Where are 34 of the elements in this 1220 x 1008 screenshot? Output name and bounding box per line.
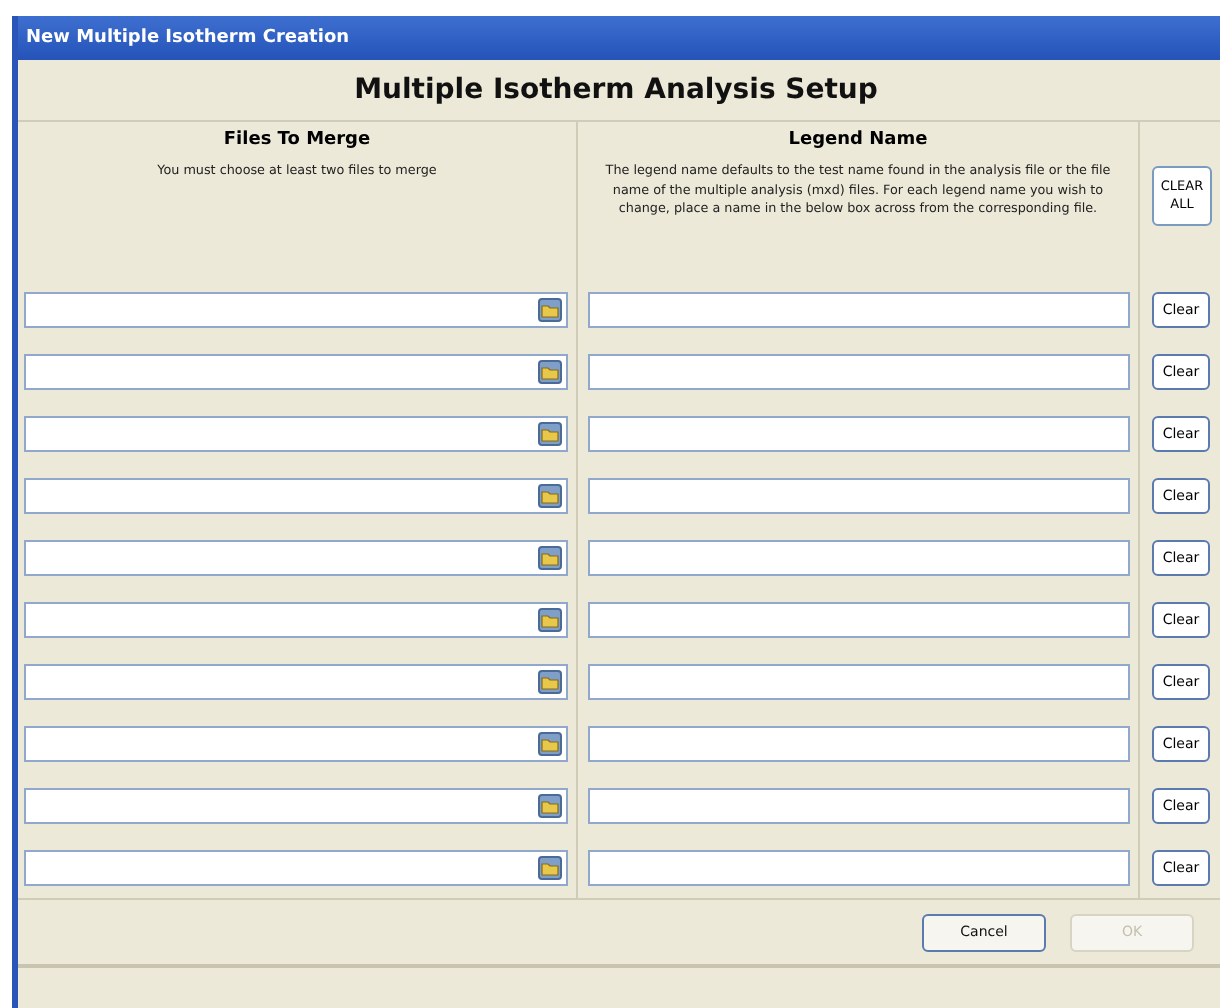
legend-name-field[interactable] bbox=[588, 477, 1130, 513]
file-path-field[interactable] bbox=[24, 663, 568, 699]
folder-icon[interactable] bbox=[538, 545, 562, 569]
file-path-field[interactable] bbox=[24, 539, 568, 575]
legend-name-field[interactable] bbox=[588, 725, 1130, 761]
legend-name-field[interactable] bbox=[588, 353, 1130, 389]
dialog-heading: Multiple Isotherm Analysis Setup bbox=[18, 60, 1220, 122]
file-path-field[interactable] bbox=[24, 477, 568, 513]
folder-icon[interactable] bbox=[538, 855, 562, 879]
column-title: Files To Merge bbox=[221, 130, 373, 150]
file-path-field[interactable] bbox=[24, 725, 568, 761]
column-title: Legend Name bbox=[786, 130, 930, 150]
legend-name-field[interactable] bbox=[588, 601, 1130, 637]
folder-icon[interactable] bbox=[538, 483, 562, 507]
legend-name-field[interactable] bbox=[588, 539, 1130, 575]
legend-name-field[interactable] bbox=[588, 849, 1130, 885]
legend-name-field[interactable] bbox=[588, 787, 1130, 823]
legend-name-field[interactable] bbox=[588, 415, 1130, 451]
folder-icon[interactable] bbox=[538, 669, 562, 693]
folder-icon[interactable] bbox=[538, 607, 562, 631]
file-path-field[interactable] bbox=[24, 787, 568, 823]
folder-icon[interactable] bbox=[538, 731, 562, 755]
folder-icon[interactable] bbox=[538, 421, 562, 445]
file-path-field[interactable] bbox=[24, 291, 568, 327]
legend-name-field[interactable] bbox=[588, 663, 1130, 699]
file-path-field[interactable] bbox=[24, 415, 568, 451]
legend-name-field[interactable] bbox=[588, 291, 1130, 327]
window-title: New Multiple Isotherm Creation bbox=[18, 16, 1220, 60]
file-path-field[interactable] bbox=[24, 849, 568, 885]
folder-icon[interactable] bbox=[538, 359, 562, 383]
file-path-field[interactable] bbox=[24, 353, 568, 389]
folder-icon[interactable] bbox=[538, 297, 562, 321]
file-path-field[interactable] bbox=[24, 601, 568, 637]
folder-icon[interactable] bbox=[538, 793, 562, 817]
